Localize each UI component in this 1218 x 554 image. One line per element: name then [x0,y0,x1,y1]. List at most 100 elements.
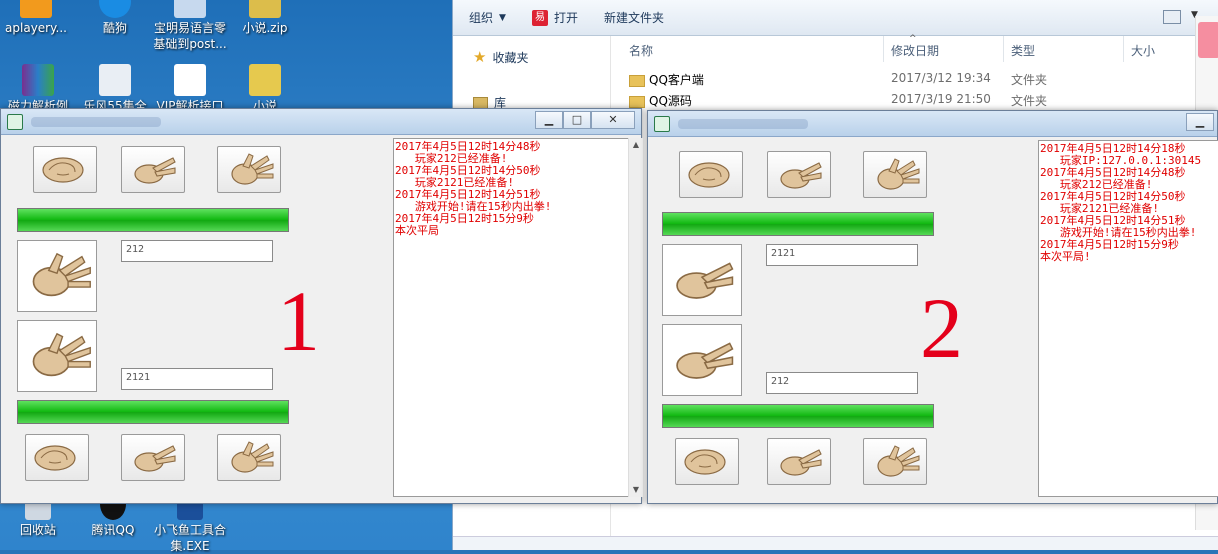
nav-favorites-label: 收藏夹 [492,50,529,65]
rock-button[interactable] [25,434,89,481]
scroll-down-arrow-icon[interactable]: ▼ [629,483,643,497]
scissors-hand-icon [780,161,822,189]
title-bar: ▁ [648,111,1217,137]
blurred-title [678,119,808,129]
file-name: QQ源码 [649,94,692,108]
column-size[interactable]: 大小 [1131,42,1155,59]
scissors-button[interactable] [767,151,831,198]
file-type: 文件夹 [1011,94,1048,108]
countdown-progress-bar [662,212,934,236]
column-name[interactable]: 名称 [629,42,653,59]
desktop-icon-baoming[interactable]: 宝明易语言零 基础到post... [150,0,230,52]
desktop-icon-label: 回收站 [19,523,56,537]
view-options-icon[interactable] [1163,10,1181,24]
player-move-image [17,320,97,392]
file-row[interactable]: QQ客户端 2017/3/12 19:34 文件夹 [629,68,1218,89]
rar-icon [22,64,54,96]
column-divider [1123,36,1124,62]
star-icon: ★ [473,48,487,66]
scissors-button[interactable] [121,434,185,481]
nav-favorites[interactable]: ★ 收藏夹 [473,48,528,66]
folder-icon [629,74,645,87]
new-folder-button[interactable]: 新建文件夹 [604,9,664,26]
doc-icon [174,64,206,96]
player-move-image [662,324,742,396]
game-log[interactable]: 2017年4月5日12时14分18秒 玩家IP:127.0.0.1:30145 … [1038,140,1218,497]
shortcut-icon [249,64,281,96]
file-modified: 2017/3/19 21:50 [891,92,991,106]
maximize-button[interactable]: □ [563,111,591,129]
zip-icon [249,0,281,18]
paper-button[interactable] [217,434,281,481]
open-hand-icon [877,444,920,477]
open-hand-icon [231,152,274,185]
rock-button[interactable] [675,438,739,485]
game-client-area: 2121 212 2 2017年4月5日12时14分18秒 玩家IP:127.0… [654,140,1218,497]
qq-penguin-icon[interactable] [1198,22,1218,58]
close-button[interactable]: ✕ [591,111,635,129]
column-modified[interactable]: 修改日期 [891,42,939,59]
shortcut-icon [99,64,131,96]
desktop-icon-magnet[interactable]: 磁力解析例 [0,64,78,114]
countdown-progress-bar [662,404,934,428]
paper-button[interactable] [217,146,281,193]
minimize-button[interactable]: ▁ [535,111,563,129]
desktop-icon-label-line2: 集.EXE [170,539,210,553]
desktop-icon-label: 小说.zip [242,21,288,35]
open-hand-icon [32,333,92,377]
file-name: QQ客户端 [649,73,704,87]
open-button[interactable]: 易 打开 [531,9,578,26]
scissors-hand-icon [780,448,822,476]
scissors-button[interactable] [121,146,185,193]
desktop-icon-label: aplayery... [5,21,67,35]
opponent-move-image [662,244,742,316]
scissors-hand-icon [134,444,176,472]
scroll-up-arrow-icon[interactable]: ▲ [629,138,643,152]
log-scrollbar[interactable]: ▲ ▼ [628,138,643,497]
organize-menu[interactable]: 组织 ▼ [469,9,506,26]
desktop-icon-novel[interactable]: 小说 [225,64,305,114]
desktop-icon-lefeng[interactable]: 乐风55集全 [75,64,155,114]
paper-button[interactable] [863,438,927,485]
game-log[interactable]: 2017年4月5日12时14分48秒 玩家212已经准备! 2017年4月5日1… [393,138,643,497]
window-number-label: 1 [277,273,320,369]
fist-icon [42,156,84,183]
app-icon [654,116,670,132]
scissors-button[interactable] [767,438,831,485]
open-app-icon: 易 [531,9,548,26]
paper-button[interactable] [863,151,927,198]
open-hand-icon [32,253,92,297]
explorer-toolbar: 组织 ▼ 易 打开 新建文件夹 ▼ [453,0,1218,36]
rock-button[interactable] [679,151,743,198]
desktop-icon-novel-zip[interactable]: 小说.zip [225,0,305,36]
desktop-icon-aplayer[interactable]: aplayery... [0,0,76,36]
file-row[interactable]: QQ源码 2017/3/19 21:50 文件夹 [629,89,1218,110]
open-hand-icon [877,157,920,190]
countdown-progress-bar [17,400,289,424]
game-window-1: ▁ □ ✕ 212 2121 1 2017年4月5日12时14分48秒 玩家21… [0,108,643,504]
rock-button[interactable] [33,146,97,193]
player-name-field: 2121 [121,368,273,390]
fist-icon [684,448,726,475]
column-divider [1003,36,1004,62]
player-name-field: 212 [766,372,918,394]
open-label: 打开 [553,11,578,25]
organize-label: 组织 [469,11,494,25]
file-type: 文件夹 [1011,73,1048,87]
desktop-icon-label-line2: 基础到post... [153,37,227,51]
player-name-field: 212 [121,240,273,262]
window-number-label: 2 [920,280,963,376]
scissors-hand-icon [134,156,176,184]
new-folder-label: 新建文件夹 [603,11,664,25]
minimize-button[interactable]: ▁ [1186,113,1214,131]
file-modified: 2017/3/12 19:34 [891,71,991,85]
countdown-progress-bar [17,208,289,232]
chevron-down-icon: ▼ [499,12,506,23]
fist-icon [688,161,730,188]
blurred-title [31,117,161,127]
kugou-icon [99,0,131,18]
explorer-status-bar [453,536,1218,550]
column-type[interactable]: 类型 [1011,42,1035,59]
desktop-icon-kugou[interactable]: 酷狗 [75,0,155,36]
library-icon [473,96,488,109]
